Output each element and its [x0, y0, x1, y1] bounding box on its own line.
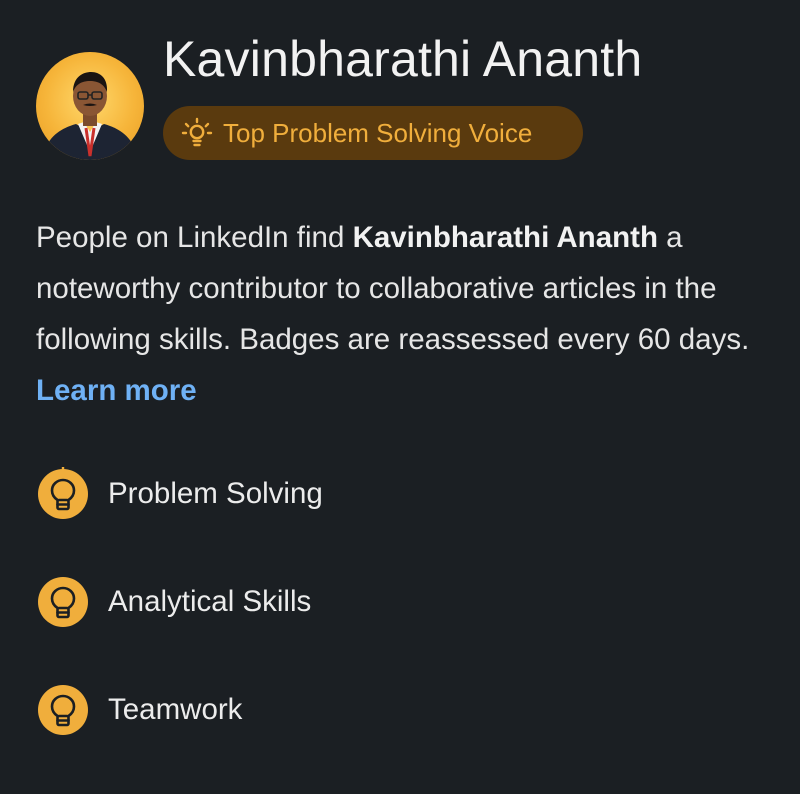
- skill-item-problem-solving[interactable]: Problem Solving: [36, 467, 323, 521]
- lightbulb-spark-icon: [181, 117, 213, 147]
- skill-label: Problem Solving: [108, 477, 323, 510]
- lightbulb-icon: [38, 467, 88, 519]
- description-name: Kavinbharathi Ananth: [352, 221, 658, 254]
- skill-item-teamwork[interactable]: Teamwork: [36, 683, 242, 737]
- badge-label: Top Problem Solving Voice: [223, 117, 533, 148]
- lightbulb-icon: [38, 685, 88, 735]
- learn-more-link[interactable]: Learn more: [36, 374, 197, 407]
- profile-photo-icon: [42, 72, 138, 160]
- profile-name: Kavinbharathi Ananth: [163, 31, 643, 87]
- skill-item-analytical-skills[interactable]: Analytical Skills: [36, 575, 311, 629]
- lightbulb-icon: [38, 577, 88, 627]
- description-prefix: People on LinkedIn find: [36, 221, 353, 254]
- skill-label: Teamwork: [108, 693, 243, 726]
- avatar[interactable]: [36, 52, 144, 160]
- skill-label: Analytical Skills: [108, 585, 312, 618]
- badge-description: People on LinkedIn find Kavinbharathi An…: [36, 212, 766, 416]
- top-voice-badge[interactable]: Top Problem Solving Voice: [163, 106, 583, 160]
